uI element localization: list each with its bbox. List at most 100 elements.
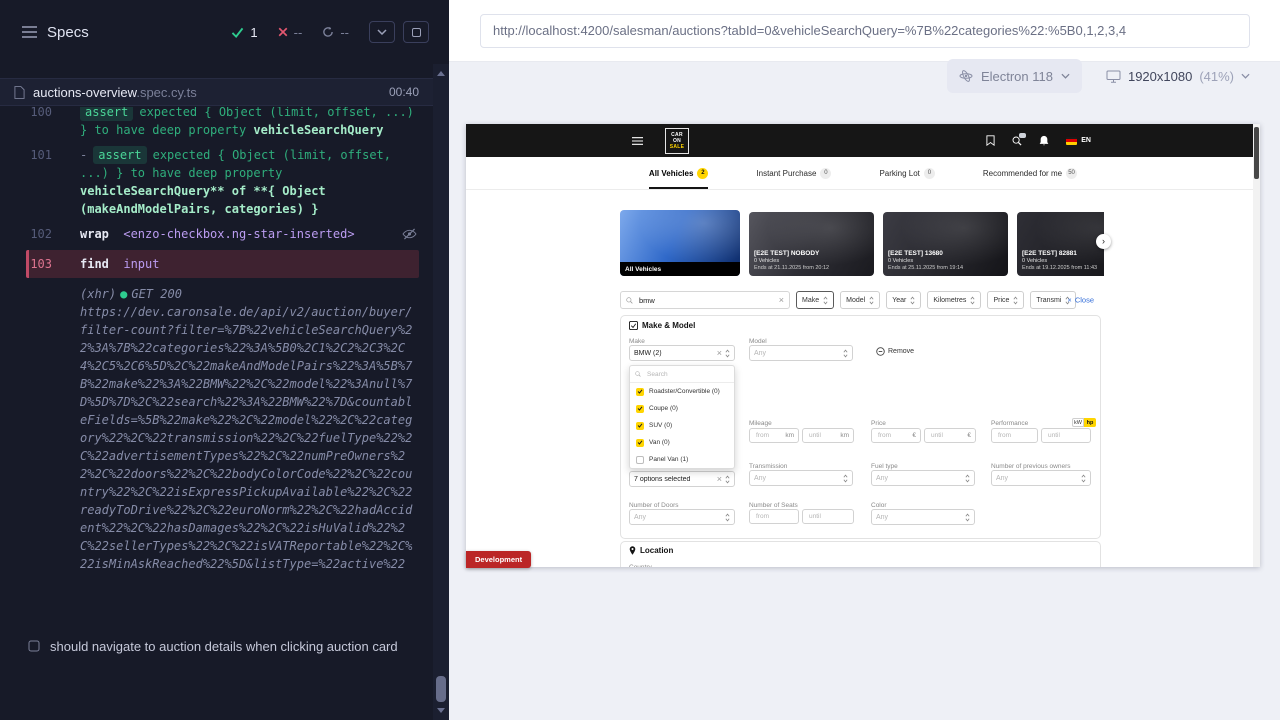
scroll-up-arrow[interactable] [437, 71, 445, 76]
kw-toggle[interactable]: kW [1072, 418, 1084, 427]
model-value: Any [754, 350, 840, 357]
option-suv[interactable]: SUV (0) [630, 417, 734, 434]
checkbox-unchecked-icon[interactable] [636, 456, 644, 464]
close-filters-button[interactable]: ×Close [1067, 296, 1094, 305]
log-entry[interactable]: 100 assertexpected { Object (limit, offs… [0, 107, 433, 139]
option-roadster[interactable]: Roadster/Convertible (0) [630, 383, 734, 400]
option-van[interactable]: Van (0) [630, 434, 734, 451]
performance-from-input[interactable] [996, 431, 1033, 440]
specs-menu-icon[interactable] [22, 26, 37, 38]
auction-tabs: All Vehicles 2 Instant Purchase 0 Parkin… [466, 157, 1260, 190]
auction-card[interactable]: [E2E TEST] 13680 0 Vehicles Ends at 25.1… [883, 212, 1008, 276]
viewport-scale: (41%) [1199, 69, 1234, 84]
filter-pill-price[interactable]: Price [987, 291, 1024, 309]
xhr-log-entry[interactable]: (xhr)●GET 200 https://dev.caronsale.de/a… [80, 285, 415, 573]
checkbox-checked-icon[interactable] [636, 422, 644, 430]
tab-parking-lot[interactable]: Parking Lot 0 [879, 157, 934, 189]
doors-select[interactable]: Any [629, 509, 735, 525]
model-select[interactable]: Any [749, 345, 853, 361]
price-until-input[interactable] [929, 431, 965, 440]
xhr-url: https://dev.caronsale.de/api/v2/auction/… [80, 303, 415, 573]
viewport-size-selector[interactable]: 1920x1080 (41%) [1106, 69, 1250, 84]
line-number: 100 [0, 107, 52, 139]
tab-recommended[interactable]: Recommended for me 50 [983, 157, 1077, 189]
auction-card[interactable]: [E2E TEST] NOBODY 0 Vehicles Ends at 21.… [749, 212, 874, 276]
checkbox-checked-icon[interactable] [636, 388, 644, 396]
test-stats: 1 -- -- [231, 25, 349, 40]
doors-value: Any [634, 514, 722, 521]
seats-from-input[interactable] [754, 512, 794, 521]
auction-card-all-vehicles[interactable]: All Vehicles [620, 210, 740, 276]
caronsale-logo[interactable]: CAR ON SALE [665, 128, 689, 154]
owners-value: Any [996, 475, 1078, 482]
make-select[interactable]: BMW (2) × [629, 345, 735, 361]
option-coupe[interactable]: Coupe (0) [630, 400, 734, 417]
log-entry[interactable]: 101 -assertexpected { Object (limit, off… [0, 146, 433, 218]
aut-scrollbar[interactable] [1253, 124, 1260, 567]
language-selector[interactable]: EN [1066, 137, 1091, 145]
price-from-input[interactable] [876, 431, 910, 440]
success-dot-icon: ● [120, 287, 127, 301]
make-value: BMW (2) [634, 350, 714, 357]
carousel-next-button[interactable]: › [1096, 234, 1111, 249]
environment-badge: Development [466, 551, 531, 568]
command-name: wrap [80, 227, 109, 241]
filter-pill-model[interactable]: Model [840, 291, 880, 309]
mileage-until-input[interactable] [807, 431, 838, 440]
chevron-down-icon [377, 29, 387, 35]
aut-scrollbar-thumb[interactable] [1254, 127, 1259, 179]
dropdown-search-input[interactable] [645, 370, 729, 379]
browser-selector[interactable]: Electron 118 [947, 59, 1082, 93]
aut-url-bar[interactable]: http://localhost:4200/salesman/auctions?… [480, 14, 1250, 48]
collapse-button[interactable] [369, 21, 395, 43]
tab-all-vehicles[interactable]: All Vehicles 2 [649, 157, 708, 189]
bell-icon[interactable] [1039, 135, 1049, 146]
remove-row-button[interactable]: Remove [876, 347, 914, 356]
hamburger-menu-icon[interactable] [632, 137, 643, 145]
vehicle-search-box: × [620, 291, 790, 309]
transmission-select[interactable]: Any [749, 470, 853, 486]
clear-make-icon[interactable]: × [717, 349, 722, 358]
chevron-down-icon [1061, 73, 1070, 79]
search-agent-icon[interactable] [1012, 136, 1022, 146]
command-name: find [80, 257, 109, 271]
performance-until-input[interactable] [1046, 431, 1086, 440]
auction-card[interactable]: [E2E TEST] 82881 0 Vehicles Ends at 19.1… [1017, 212, 1104, 276]
stop-button[interactable] [403, 21, 429, 43]
category-multiselect[interactable]: 7 options selected × [629, 471, 735, 487]
stepper-icon [1081, 474, 1086, 483]
clear-search-icon[interactable]: × [779, 296, 784, 305]
scrollbar-thumb[interactable] [436, 676, 446, 702]
next-test-title: should navigate to auction details when … [50, 638, 398, 656]
bookmark-icon[interactable] [986, 135, 995, 146]
reporter-scrollbar[interactable] [433, 64, 449, 720]
checkbox-checked-icon[interactable] [636, 405, 644, 413]
checkbox-checked-icon[interactable] [636, 439, 644, 447]
color-select[interactable]: Any [871, 509, 975, 525]
owners-select[interactable]: Any [991, 470, 1091, 486]
tab-instant-purchase[interactable]: Instant Purchase 0 [756, 157, 831, 189]
specs-title[interactable]: Specs [47, 24, 89, 41]
spec-header[interactable]: auctions-overview.spec.cy.ts 00:40 [0, 78, 433, 106]
mileage-from-input[interactable] [754, 431, 783, 440]
log-entry-active[interactable]: 103 find input [26, 250, 419, 278]
option-panel-van[interactable]: Panel Van (1) [630, 451, 734, 468]
tab-count-badge: 0 [924, 168, 935, 179]
filter-pill-make[interactable]: Make [796, 291, 834, 309]
log-entry[interactable]: 102 wrap <enzo-checkbox.ng-star-inserted… [0, 225, 433, 243]
stepper-icon [910, 296, 915, 305]
next-test-row[interactable]: should navigate to auction details when … [28, 638, 412, 656]
clear-category-icon[interactable]: × [717, 475, 722, 484]
fuel-select[interactable]: Any [871, 470, 975, 486]
hp-toggle[interactable]: hp [1084, 418, 1096, 427]
fuel-value: Any [876, 475, 962, 482]
pill-label: Price [993, 297, 1009, 304]
filter-pill-year[interactable]: Year [886, 291, 921, 309]
xhr-label: (xhr) [80, 287, 116, 301]
filter-pill-kilometres[interactable]: Kilometres [927, 291, 981, 309]
seats-until-input[interactable] [807, 512, 849, 521]
scroll-down-arrow[interactable] [437, 708, 445, 713]
vehicle-search-input[interactable] [637, 295, 775, 306]
card-vehicle-count: 0 Vehicles [1022, 258, 1097, 265]
eye-slash-icon[interactable] [402, 228, 417, 240]
